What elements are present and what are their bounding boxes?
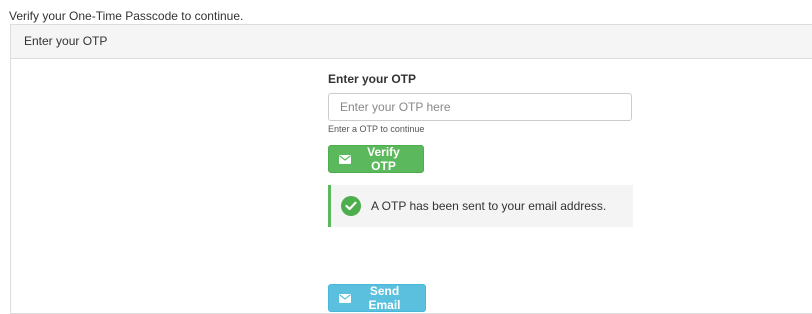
envelope-icon: [339, 154, 351, 164]
otp-input[interactable]: [328, 93, 632, 121]
alert-message: A OTP has been sent to your email addres…: [371, 199, 607, 213]
panel-heading: Enter your OTP: [11, 25, 812, 59]
otp-panel: Enter your OTP Enter your OTP Enter a OT…: [10, 24, 812, 314]
send-email-button[interactable]: Send Email: [328, 284, 426, 312]
check-circle-icon: [341, 196, 361, 216]
otp-label: Enter your OTP: [328, 72, 417, 86]
verify-otp-label: Verify OTP: [367, 145, 400, 173]
envelope-icon: [339, 293, 351, 303]
verify-otp-button[interactable]: Verify OTP: [328, 145, 424, 173]
otp-form: Enter your OTP Enter a OTP to continue V…: [328, 72, 633, 312]
intro-text: Verify your One-Time Passcode to continu…: [9, 9, 244, 23]
success-alert: A OTP has been sent to your email addres…: [328, 185, 633, 227]
help-text: Enter a OTP to continue: [328, 124, 425, 134]
send-email-label: Send Email: [368, 284, 401, 312]
